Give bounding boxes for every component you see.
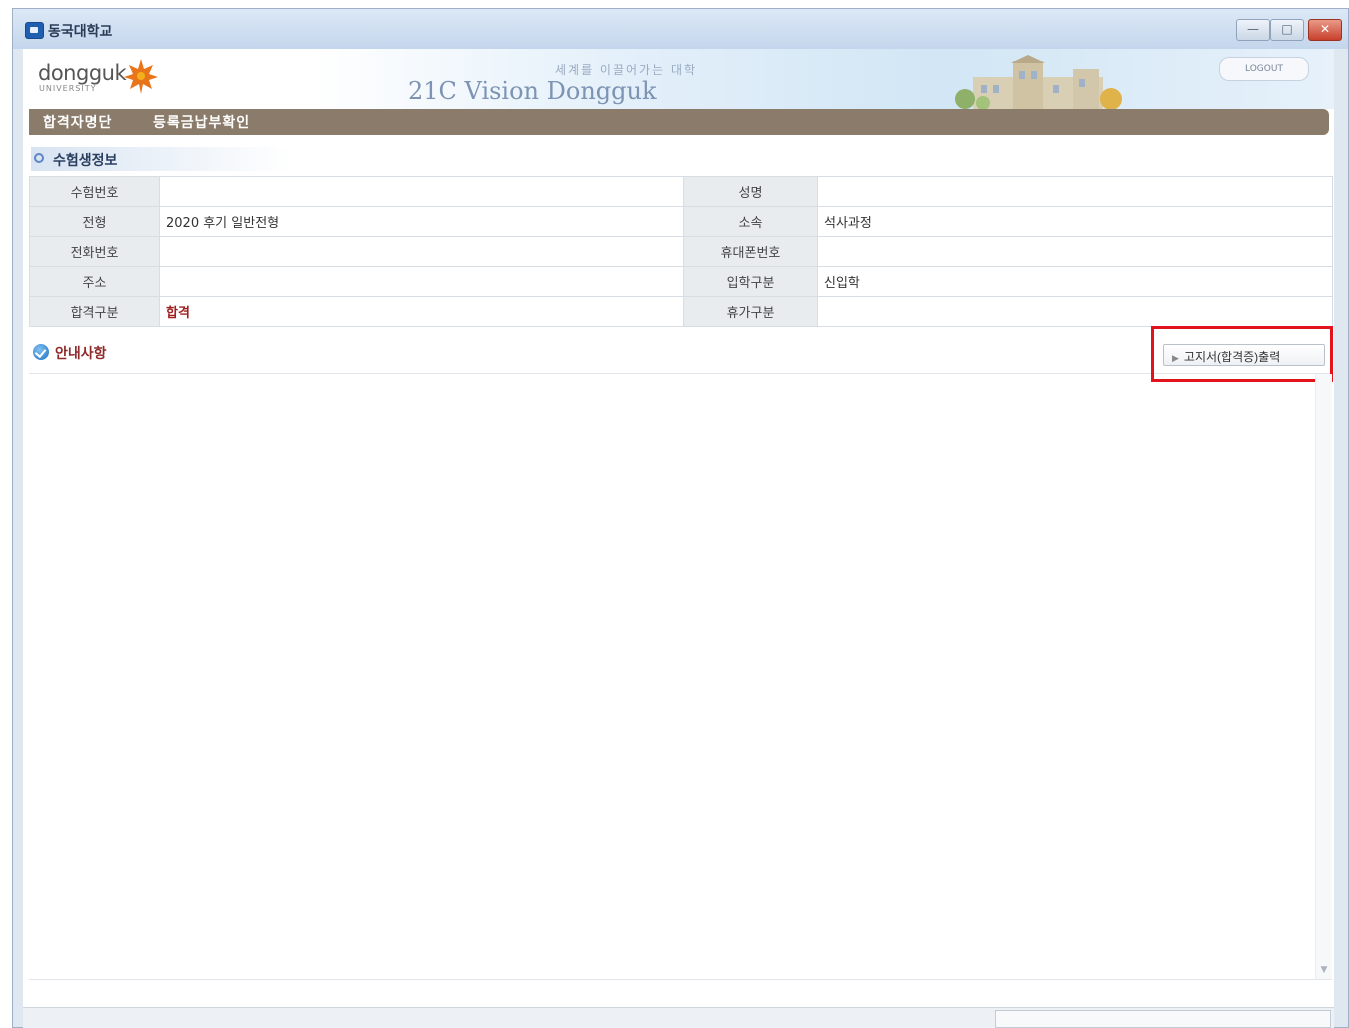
label-name: 성명 — [683, 176, 818, 207]
maximize-button[interactable]: □ — [1270, 19, 1304, 41]
label-admission-type: 전형 — [29, 206, 160, 237]
check-globe-icon — [33, 344, 49, 360]
table-row: 수험번호 성명 — [29, 176, 1333, 207]
minimize-button[interactable]: — — [1236, 19, 1270, 41]
print-notice-button[interactable]: ▶ 고지서(합격증)출력 — [1163, 344, 1325, 366]
close-button[interactable]: ✕ — [1308, 19, 1342, 41]
menu-item-admitted-list[interactable]: 합격자명단 — [43, 112, 112, 132]
table-row: 합격구분 합격 휴가구분 — [29, 296, 1333, 327]
vision-slogan: 세계를 이끌어가는 대학 — [555, 63, 698, 77]
menu-item-tuition-check[interactable]: 등록금납부확인 — [153, 112, 250, 132]
value-leave-type — [817, 296, 1333, 327]
label-phone: 전화번호 — [29, 236, 160, 267]
label-address: 주소 — [29, 266, 160, 297]
title-bar[interactable]: 동국대학교 — □ ✕ — [13, 9, 1348, 49]
label-result: 합격구분 — [29, 296, 160, 327]
table-row: 전화번호 휴대폰번호 — [29, 236, 1333, 267]
value-result: 합격 — [159, 296, 684, 327]
label-leave-type: 휴가구분 — [683, 296, 818, 327]
header-banner: dongguk UNIVERSITY 세계를 이끌어가는 대학 21C Visi… — [23, 49, 1334, 109]
client-area: dongguk UNIVERSITY 세계를 이끌어가는 대학 21C Visi… — [23, 49, 1334, 1007]
print-button-label: 고지서(합격증)출력 — [1183, 350, 1281, 364]
label-entry-type: 입학구분 — [683, 266, 818, 297]
university-logo[interactable]: dongguk — [38, 61, 127, 85]
value-affiliation: 석사과정 — [817, 206, 1333, 237]
logout-button[interactable]: LOGOUT — [1219, 57, 1309, 81]
section-header: 수험생정보 — [31, 147, 291, 171]
label-affiliation: 소속 — [683, 206, 818, 237]
value-exam-number — [159, 176, 684, 207]
app-icon — [25, 22, 44, 39]
status-field — [995, 1010, 1331, 1028]
scroll-down-icon[interactable]: ▼ — [1318, 965, 1330, 977]
label-mobile: 휴대폰번호 — [683, 236, 818, 267]
table-row: 전형 2020 후기 일반전형 소속 석사과정 — [29, 206, 1333, 237]
table-row: 주소 입학구분 신입학 — [29, 266, 1333, 297]
content-area: ▼ — [29, 374, 1332, 980]
university-logo-sub: UNIVERSITY — [39, 84, 97, 93]
applicant-info-table: 수험번호 성명 전형 2020 후기 일반전형 소속 석사과정 전화번호 휴대폰… — [29, 176, 1333, 327]
value-phone — [159, 236, 684, 267]
status-bar — [23, 1007, 1334, 1028]
value-address — [159, 266, 684, 297]
vision-title: 21C Vision Dongguk — [408, 77, 657, 105]
arrow-right-icon: ▶ — [1172, 353, 1179, 363]
section-title: 수험생정보 — [53, 153, 118, 169]
app-window: 동국대학교 — □ ✕ dongguk UNIVERSITY 세계를 이끌어가는… — [12, 8, 1349, 1028]
circle-bullet-icon — [34, 153, 44, 163]
notice-bar: 안내사항 ▶ 고지서(합격증)출력 — [29, 326, 1333, 382]
notice-title: 안내사항 — [55, 346, 107, 362]
value-mobile — [817, 236, 1333, 267]
campus-building-icon — [955, 55, 1122, 109]
value-entry-type: 신입학 — [817, 266, 1333, 297]
window-title: 동국대학교 — [48, 24, 113, 40]
maple-leaf-icon — [124, 59, 158, 94]
label-exam-number: 수험번호 — [29, 176, 160, 207]
main-menu: 합격자명단 등록금납부확인 — [29, 109, 1329, 135]
value-admission-type: 2020 후기 일반전형 — [159, 206, 684, 237]
vertical-scrollbar[interactable]: ▼ — [1315, 374, 1332, 979]
value-name — [817, 176, 1333, 207]
